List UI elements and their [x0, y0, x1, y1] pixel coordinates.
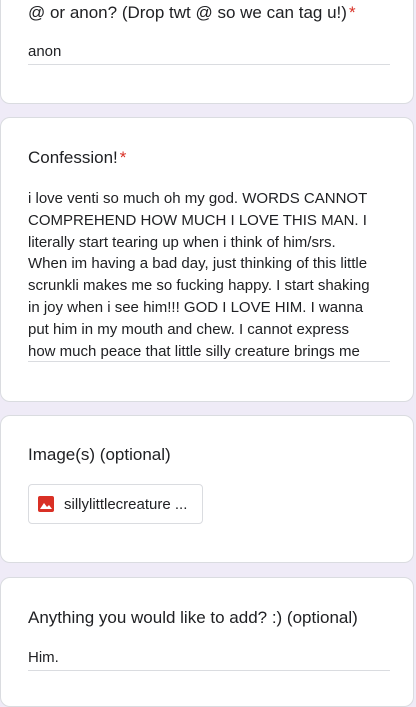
answer-underline — [28, 670, 390, 671]
question-card-images: Image(s) (optional) sillylittlecreature … — [0, 415, 414, 563]
confession-answer-textarea[interactable]: i love venti so much oh my god. WORDS CA… — [28, 188, 390, 362]
question-title: Confession! * — [28, 147, 126, 169]
question-card-handle: @ or anon? (Drop twt @ so we can tag u!)… — [0, 0, 414, 104]
question-title: Anything you would like to add? :) (opti… — [28, 607, 358, 629]
required-asterisk: * — [348, 3, 356, 22]
handle-answer-input[interactable]: anon — [28, 43, 390, 60]
question-card-confession: Confession! * i love venti so much oh my … — [0, 117, 414, 402]
image-file-icon — [38, 496, 54, 512]
question-title: Image(s) (optional) — [28, 444, 171, 466]
answer-underline — [28, 64, 390, 65]
uploaded-file-chip[interactable]: sillylittlecreature ... — [28, 484, 203, 524]
question-title-text: Anything you would like to add? :) (opti… — [28, 608, 358, 627]
question-card-additional: Anything you would like to add? :) (opti… — [0, 577, 414, 707]
file-name: sillylittlecreature ... — [64, 495, 188, 513]
image-file-icon-glyph — [40, 503, 52, 509]
required-asterisk: * — [119, 148, 127, 167]
question-title-text: @ or anon? (Drop twt @ so we can tag u!) — [28, 3, 347, 22]
question-title-text: Confession! — [28, 148, 118, 167]
question-title-text: Image(s) (optional) — [28, 445, 171, 464]
additional-answer-input[interactable]: Him. — [28, 649, 390, 666]
answer-underline — [28, 361, 390, 362]
question-title: @ or anon? (Drop twt @ so we can tag u!)… — [28, 2, 356, 24]
